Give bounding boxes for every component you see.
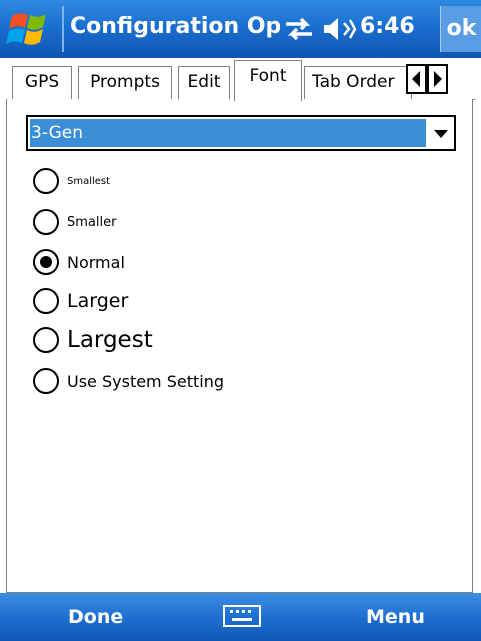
arrow-left-icon bbox=[408, 66, 425, 92]
title-bar: Configuration Options 6:46 ok bbox=[0, 0, 481, 58]
radio-label: Largest bbox=[67, 327, 153, 353]
radio-normal[interactable]: Normal bbox=[33, 249, 125, 275]
keyboard-icon[interactable] bbox=[222, 604, 262, 628]
radio-button[interactable] bbox=[33, 327, 59, 353]
radio-button[interactable] bbox=[33, 288, 59, 314]
window-title: Configuration Options bbox=[70, 14, 280, 39]
tab-edit[interactable]: Edit bbox=[178, 66, 230, 99]
radio-larger[interactable]: Larger bbox=[33, 288, 128, 314]
tab-scroll-right-button[interactable] bbox=[427, 64, 448, 94]
tab-tab-order[interactable]: Tab Order bbox=[304, 66, 412, 99]
tab-font[interactable]: Font bbox=[234, 60, 302, 101]
tab-gps[interactable]: GPS bbox=[12, 66, 72, 99]
tab-scroll-left-button[interactable] bbox=[406, 64, 427, 94]
font-dropdown-value: 3-Gen bbox=[30, 119, 426, 147]
radio-button[interactable] bbox=[33, 368, 59, 394]
title-separator bbox=[62, 6, 64, 52]
arrow-right-icon bbox=[429, 66, 446, 92]
radio-largest[interactable]: Largest bbox=[33, 327, 153, 353]
font-dropdown[interactable]: 3-Gen bbox=[26, 115, 456, 151]
radio-button[interactable] bbox=[33, 209, 59, 235]
radio-label: Use System Setting bbox=[67, 372, 224, 391]
radio-label: Normal bbox=[67, 253, 125, 272]
connectivity-icon[interactable] bbox=[282, 15, 316, 43]
clock[interactable]: 6:46 bbox=[360, 14, 415, 39]
radio-label: Smallest bbox=[67, 176, 110, 187]
ok-button[interactable]: ok bbox=[440, 6, 481, 52]
radio-use-system-setting[interactable]: Use System Setting bbox=[33, 368, 224, 394]
radio-smallest[interactable]: Smallest bbox=[33, 168, 110, 194]
menu-softkey[interactable]: Menu bbox=[366, 606, 425, 628]
radio-smaller[interactable]: Smaller bbox=[33, 209, 116, 235]
menu-bar: Done Menu bbox=[0, 593, 481, 641]
windows-start-flag-icon[interactable] bbox=[6, 8, 56, 50]
volume-icon[interactable] bbox=[322, 16, 356, 42]
done-softkey[interactable]: Done bbox=[68, 606, 123, 628]
radio-button[interactable] bbox=[33, 168, 59, 194]
radio-label: Larger bbox=[67, 290, 128, 312]
radio-label: Smaller bbox=[67, 215, 116, 230]
tab-prompts[interactable]: Prompts bbox=[78, 66, 172, 99]
chevron-down-icon bbox=[432, 127, 450, 141]
radio-button[interactable] bbox=[33, 249, 59, 275]
